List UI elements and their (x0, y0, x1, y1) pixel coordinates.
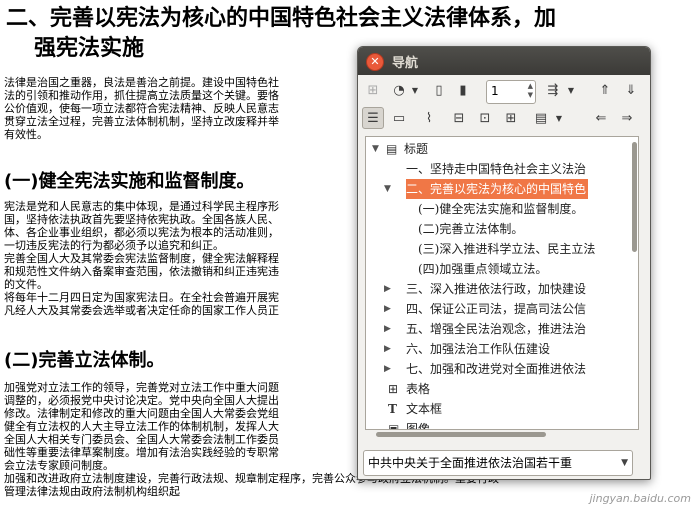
tree-label: 表格 (406, 382, 431, 396)
tree-label: 二、完善以宪法为核心的中国特色 (406, 179, 589, 199)
expand-arrow-icon[interactable]: ▶ (384, 279, 391, 299)
set-reminder-icon[interactable]: ⊟ (448, 107, 470, 129)
heading-levels-icon[interactable]: ▤ (530, 107, 552, 129)
chevron-down-icon[interactable]: ▼ (621, 451, 628, 475)
tree-label: 四、保证公正司法，提高司法公信 (406, 302, 587, 316)
tree-item[interactable]: ▶ 七、加强和改进党对全面推进依法 (366, 359, 638, 379)
tree-item[interactable]: (一)健全宪法实施和监督制度。 (366, 199, 638, 219)
drag-mode-icon[interactable]: ⇶ (542, 79, 564, 101)
tree-category-images[interactable]: ▣ 图像 (366, 419, 638, 430)
expand-arrow-icon[interactable]: ▶ (384, 319, 391, 339)
navigator-window: ✕ 导航 ⊞ ◔ ▼ ▯ ▮ 1 ▲ ▼ ⇶ ▼ ⇑ ⇓ ☰ ▭ ⌇ ⊟ ⊡ ⊞ … (357, 46, 651, 480)
tree-root-headings[interactable]: ▼ ▤ 标题 (366, 139, 638, 159)
combo-value: 中共中央关于全面推进依法治国若干重 (368, 456, 573, 470)
footer-icon[interactable]: ▭ (388, 107, 410, 129)
header-icon[interactable]: ⊡ (474, 107, 496, 129)
heading-line-1: 二、完善以宪法为核心的中国特色社会主义法律体系，加 (6, 6, 557, 31)
tree-item[interactable]: (三)深入推进科学立法、民主立法 (366, 239, 638, 259)
navigator-toolbar-1b: ⇶ ▼ ⇑ ⇓ (358, 79, 650, 105)
navigator-tree: ▼ ▤ 标题 一、坚持走中国特色社会主义法治 ▼ 二、完善以宪法为核心的中国特色… (365, 136, 639, 430)
close-icon[interactable]: ✕ (366, 53, 384, 71)
collapse-arrow-icon[interactable]: ▼ (384, 179, 391, 199)
tree-vertical-scrollbar[interactable] (630, 136, 640, 428)
insert-icon[interactable]: ⊞ (500, 107, 522, 129)
tree-item[interactable]: ▶ 五、增强全民法治观念，推进法治 (366, 319, 638, 339)
image-icon: ▣ (388, 422, 400, 430)
chevron-down-icon[interactable]: ▼ (566, 79, 576, 101)
tree-label: 一、坚持走中国特色社会主义法治 (406, 162, 587, 176)
expand-arrow-icon[interactable]: ▶ (384, 359, 391, 379)
tree-label: (四)加强重点领域立法。 (418, 262, 548, 276)
tree-item[interactable]: ▶ 六、加强法治工作队伍建设 (366, 339, 638, 359)
expand-arrow-icon[interactable]: ▶ (384, 299, 391, 319)
navigator-titlebar[interactable]: ✕ 导航 (358, 47, 650, 75)
section-1-title: (一)健全宪法实施和监督制度。 (4, 171, 255, 192)
demote-chapter-icon[interactable]: ⇓ (620, 79, 642, 101)
tree-label: (一)健全宪法实施和监督制度。 (418, 202, 584, 216)
section-2-title: (二)完善立法体制。 (4, 350, 165, 371)
tree-item[interactable]: (二)完善立法体制。 (366, 219, 638, 239)
navigator-toolbar-2: ☰ ▭ ⌇ ⊟ ⊡ ⊞ ▤ ▼ ⇐ ⇒ (358, 107, 650, 133)
watermark: jingyan.baidu.com (589, 492, 691, 505)
tree-item[interactable]: ▶ 三、深入推进依法行政，加快建设 (366, 279, 638, 299)
text-line: 管理法律法规由政府法制机构组织起 (4, 485, 180, 498)
tree-label: 图像 (406, 422, 431, 430)
tree-category-tables[interactable]: ⊞ 表格 (366, 379, 638, 399)
tree-item[interactable]: 一、坚持走中国特色社会主义法治 (366, 159, 638, 179)
tree-category-frames[interactable]: T 文本框 (366, 399, 638, 419)
tree-label: 文本框 (406, 402, 443, 416)
tree-label: (三)深入推进科学立法、民主立法 (418, 242, 596, 256)
demote-level-icon[interactable]: ⇒ (616, 107, 638, 129)
list-box-toggle-icon[interactable]: ☰ (362, 107, 384, 129)
headings-icon: ▤ (386, 142, 398, 156)
table-icon: ⊞ (388, 382, 399, 396)
collapse-arrow-icon[interactable]: ▼ (372, 139, 379, 159)
document-select-combo[interactable]: 中共中央关于全面推进依法治国若干重 ▼ (363, 450, 633, 476)
expand-arrow-icon[interactable]: ▶ (384, 339, 391, 359)
scrollbar-thumb[interactable] (632, 142, 637, 252)
promote-level-icon[interactable]: ⇐ (590, 107, 612, 129)
tree-label: (二)完善立法体制。 (418, 222, 524, 236)
anchor-paperclip-icon[interactable]: ⌇ (418, 107, 440, 129)
tree-label: 标题 (404, 142, 429, 156)
tree-label: 三、深入推进依法行政，加快建设 (406, 282, 587, 296)
scrollbar-thumb[interactable] (376, 432, 546, 437)
text-frame-icon: T (388, 402, 397, 416)
navigator-title: 导航 (392, 56, 419, 71)
tree-label: 七、加强和改进党对全面推进依法 (406, 362, 587, 376)
promote-chapter-icon[interactable]: ⇑ (594, 79, 616, 101)
tree-label: 六、加强法治工作队伍建设 (406, 342, 551, 356)
tree-item-selected[interactable]: ▼ 二、完善以宪法为核心的中国特色 (366, 179, 638, 199)
tree-item[interactable]: ▶ 四、保证公正司法，提高司法公信 (366, 299, 638, 319)
tree-label: 五、增强全民法治观念，推进法治 (406, 322, 587, 336)
chevron-down-icon[interactable]: ▼ (554, 107, 564, 129)
tree-horizontal-scrollbar[interactable] (366, 430, 636, 438)
tree-item[interactable]: (四)加强重点领域立法。 (366, 259, 638, 279)
